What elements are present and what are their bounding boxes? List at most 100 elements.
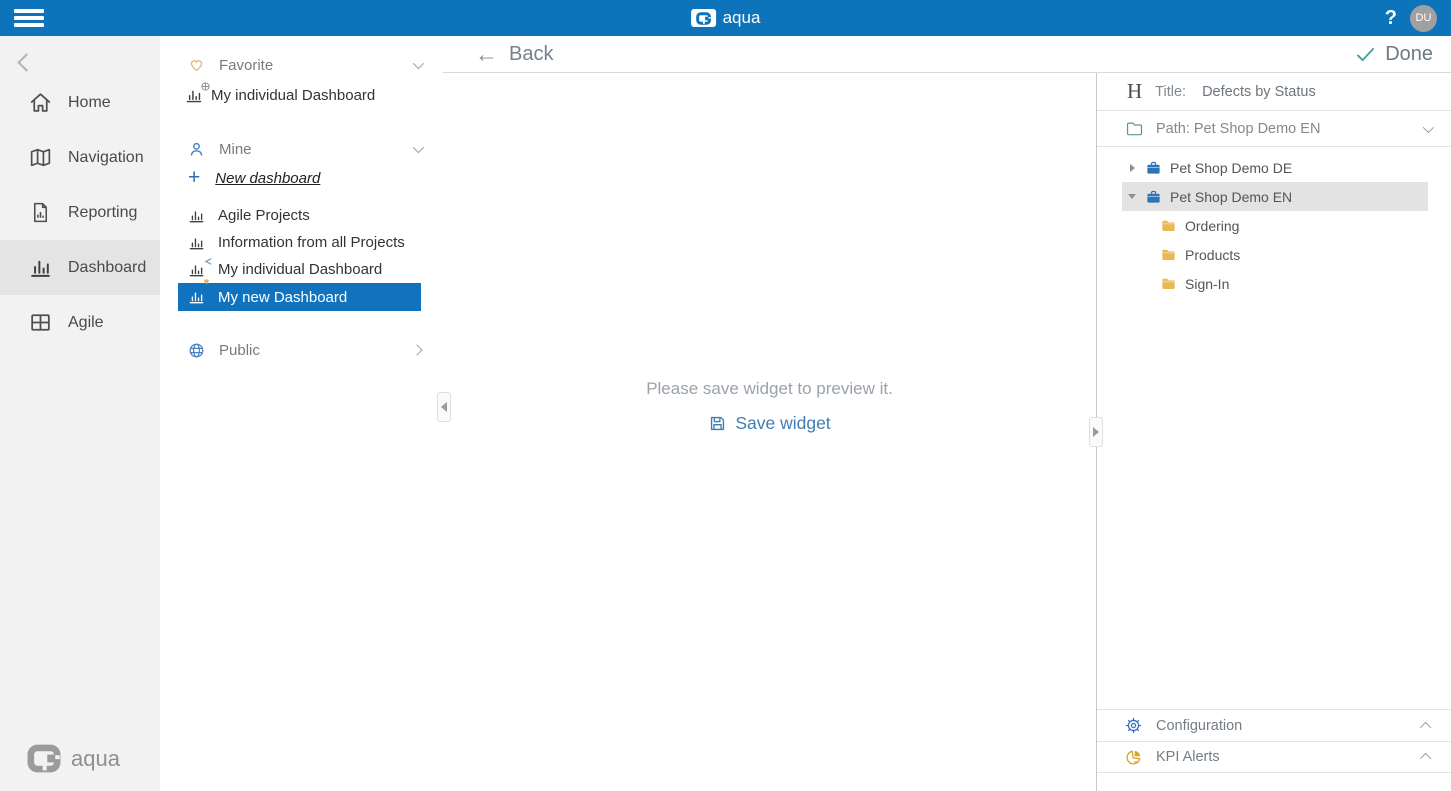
preview-message: Please save widget to preview it. [646,379,893,399]
tree-item-project[interactable]: Pet Shop Demo DE [1122,153,1428,182]
dashboard-chart-icon [188,262,206,278]
heart-badge-icon [202,277,211,285]
configuration-label: Configuration [1156,718,1410,734]
pie-chart-icon [1124,748,1143,767]
person-icon [187,140,206,159]
dashboard-item-selected[interactable]: My new Dashboard [178,283,421,311]
board-grid-icon [28,310,53,335]
configuration-section-header[interactable]: Configuration [1097,709,1451,741]
sidebar-item-label: Reporting [68,204,137,222]
folder-icon [1160,218,1177,233]
done-button[interactable]: Done [1356,43,1433,66]
back-label: Back [509,43,553,66]
new-dashboard-button[interactable]: + New dashboard [160,164,443,192]
sidebar-item-reporting[interactable]: Reporting [0,185,160,240]
save-widget-label: Save widget [735,413,830,434]
save-icon [708,414,727,433]
project-tree: Pet Shop Demo DE Pet Shop Demo EN [1097,147,1451,709]
favorite-dashboard-item[interactable]: My individual Dashboard [160,80,443,110]
kpi-alerts-label: KPI Alerts [1156,749,1410,765]
user-avatar[interactable]: DU [1410,5,1437,32]
hamburger-menu-icon[interactable] [14,7,44,29]
section-label: Public [219,342,400,359]
dashboard-item-label: Agile Projects [218,207,310,224]
widget-settings-panel: H Title: Defects by Status Path: Pet Sho… [1096,73,1451,791]
tree-item-folder[interactable]: Sign-In [1122,269,1428,298]
tree-item-label: Ordering [1185,218,1239,234]
sidebar-item-dashboard[interactable]: Dashboard [0,240,160,295]
widget-title-row[interactable]: H Title: Defects by Status [1097,73,1451,111]
section-public[interactable]: Public [160,335,443,365]
title-value: Defects by Status [1202,84,1316,100]
tree-item-project-selected[interactable]: Pet Shop Demo EN [1122,182,1428,211]
tree-item-label: Pet Shop Demo EN [1170,189,1292,205]
collapse-left-panel-button[interactable] [437,392,451,422]
kpi-alerts-section-header[interactable]: KPI Alerts [1097,741,1451,773]
bar-chart-icon [28,255,53,280]
sidebar-item-label: Agile [68,314,104,332]
title-h-icon: H [1127,79,1142,104]
share-badge-icon [204,257,213,266]
dashboard-chart-icon [188,208,206,224]
folder-outline-icon [1125,120,1144,137]
chevron-left-icon [17,53,35,71]
dashboard-item[interactable]: Agile Projects [160,202,443,229]
dashboard-chart-icon [188,235,206,251]
globe-icon [187,341,206,360]
dashboard-item-label: My new Dashboard [218,289,347,306]
dashboard-item[interactable]: My individual Dashboard [160,256,443,283]
brand-name: aqua [723,8,761,28]
sidebar-item-agile[interactable]: Agile [0,295,160,350]
widget-path-row[interactable]: Path: Pet Shop Demo EN [1097,111,1451,147]
chevron-right-icon [411,344,422,355]
gear-icon [1124,716,1143,735]
home-icon [28,90,53,115]
expander-collapsed-icon[interactable] [1130,164,1135,172]
triangle-left-icon [441,402,447,412]
footer-brand-name: aqua [71,746,120,772]
sidebar-footer-logo: aqua [26,744,120,773]
widget-preview-area: Please save widget to preview it. Save w… [443,73,1096,791]
back-button[interactable]: ← Back [475,43,553,66]
dashboard-item-label: My individual Dashboard [218,261,382,278]
report-document-icon [28,200,53,225]
check-icon [1356,46,1375,63]
sidebar-item-label: Home [68,94,111,112]
sidebar-item-label: Dashboard [68,259,146,277]
dashboard-chart-icon [185,87,203,103]
editor-content: ← Back Done Please save widget [443,36,1451,791]
chevron-up-icon [1420,753,1431,764]
sidebar-collapse-button[interactable] [0,36,160,75]
folder-icon [1160,276,1177,291]
sidebar-item-label: Navigation [68,149,144,167]
dashboard-item[interactable]: Information from all Projects [160,229,443,256]
dashboard-chart-icon [188,289,206,305]
section-label: Favorite [219,57,400,74]
done-label: Done [1385,43,1433,66]
new-dashboard-label: New dashboard [215,170,320,187]
sidebar-item-navigation[interactable]: Navigation [0,130,160,185]
tree-item-folder[interactable]: Ordering [1122,211,1428,240]
main-sidebar: Home Navigation Reporting [0,36,160,791]
section-mine[interactable]: Mine [160,134,443,164]
back-arrow-icon: ← [475,43,498,66]
section-favorite[interactable]: Favorite [160,50,443,80]
globe-badge-icon [201,82,210,91]
chevron-down-icon [413,142,424,153]
dashboard-item-label: Information from all Projects [218,234,405,251]
section-label: Mine [219,141,400,158]
tree-item-label: Sign-In [1185,276,1229,292]
save-widget-button[interactable]: Save widget [708,413,830,434]
expander-expanded-icon[interactable] [1128,194,1136,199]
chevron-up-icon [1420,721,1431,732]
app-logo: aqua [691,0,761,36]
collapse-right-panel-button[interactable] [1089,417,1103,447]
aqua-logo-icon [691,9,716,27]
tree-item-folder[interactable]: Products [1122,240,1428,269]
tree-item-label: Products [1185,247,1240,263]
sidebar-item-home[interactable]: Home [0,75,160,130]
dashboards-panel: Favorite My individual Dashboard [160,36,443,791]
map-icon [28,145,53,170]
help-icon[interactable]: ? [1385,7,1397,30]
dashboard-item-label: My individual Dashboard [211,87,375,104]
